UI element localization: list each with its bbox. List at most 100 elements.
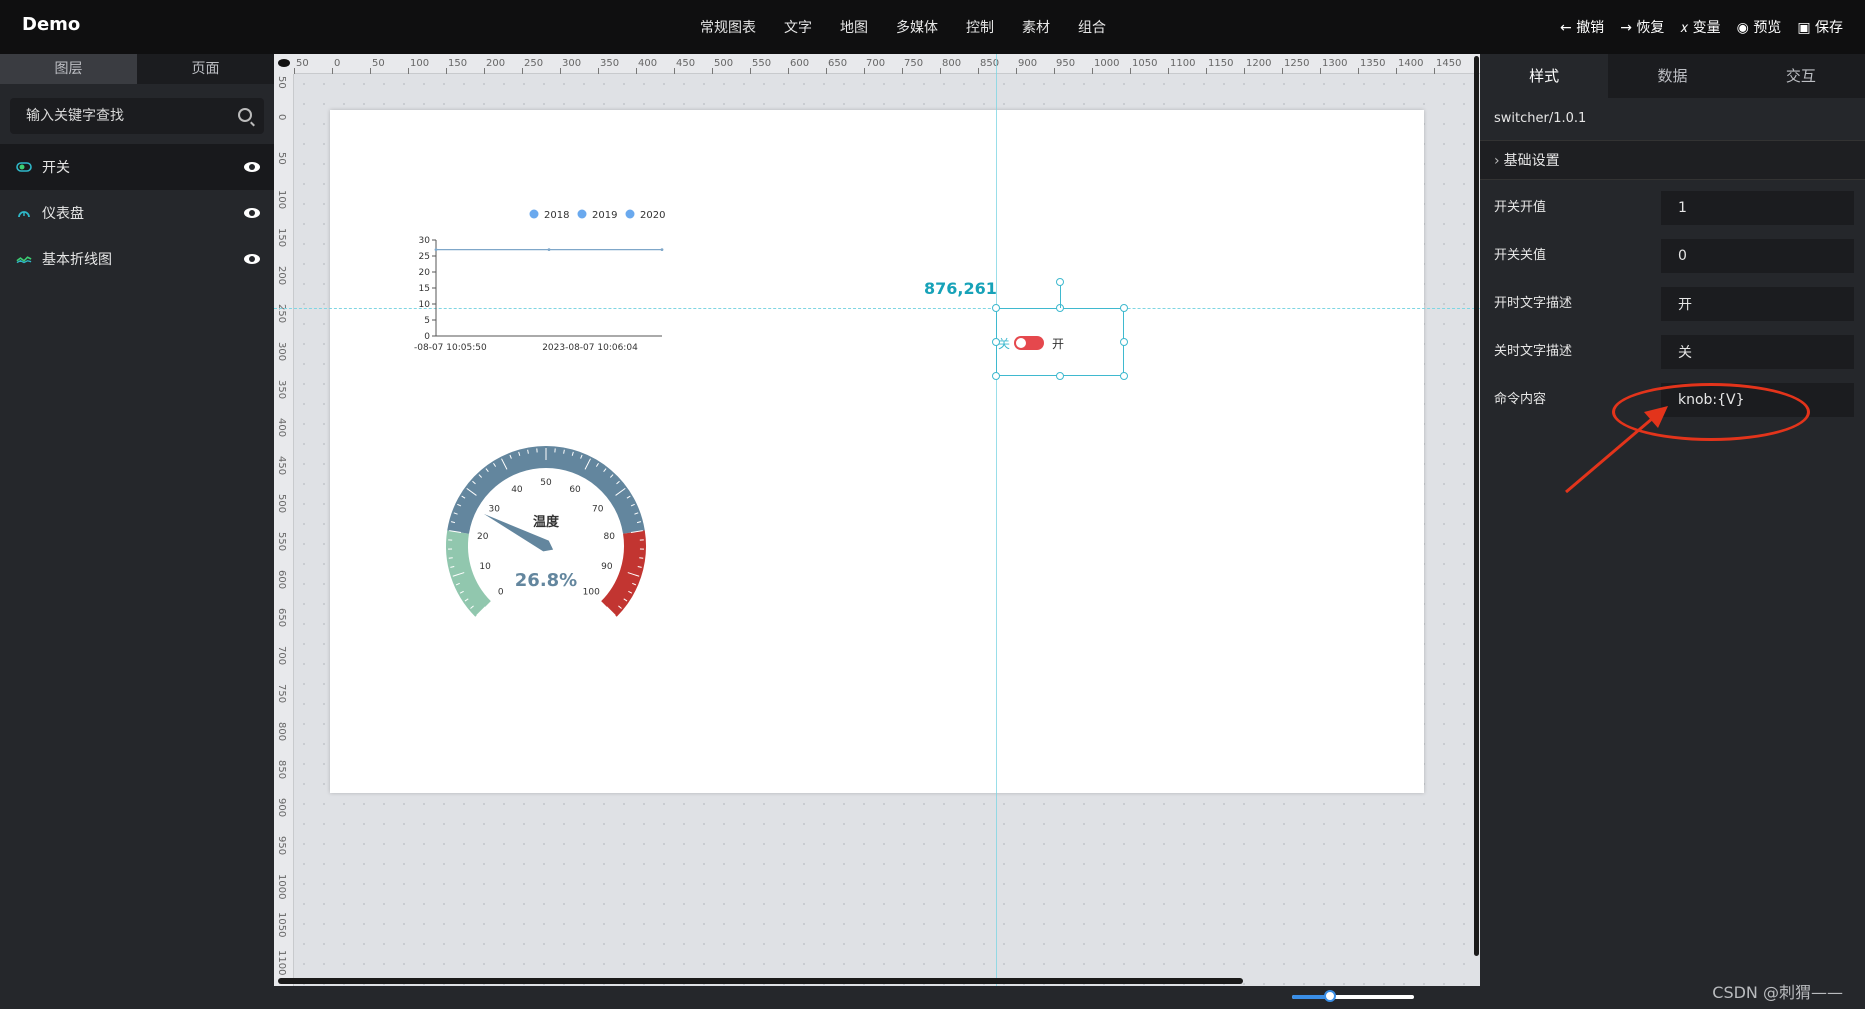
vertical-scrollbar[interactable] — [1474, 56, 1479, 956]
gauge-band-high — [600, 530, 646, 617]
ruler-tick — [1092, 68, 1093, 74]
ruler-tick-label: 200 — [276, 266, 287, 286]
search-icon[interactable] — [238, 108, 252, 122]
ruler-tick-label: 300 — [276, 342, 287, 362]
ruler-tick — [826, 68, 827, 74]
y-tick-label: 10 — [419, 300, 431, 310]
ruler-tick-label: 1050 — [276, 912, 287, 938]
ruler-tick-label: 1200 — [1246, 58, 1272, 69]
menu-item-map[interactable]: 地图 — [840, 17, 868, 37]
eye-icon: ◉ — [1736, 20, 1749, 36]
ruler-tick-label: 750 — [904, 58, 924, 69]
field-label: 开关开值 — [1494, 200, 1547, 215]
resize-handle[interactable] — [1120, 372, 1128, 380]
on-value-input[interactable] — [1661, 191, 1854, 225]
ruler-tick-label: 50 — [296, 58, 309, 69]
zoom-slider-fill — [1292, 995, 1328, 999]
ruler-tick — [1358, 68, 1359, 74]
ruler-tick-label: 1000 — [276, 874, 287, 900]
save-icon: ▣ — [1797, 20, 1811, 36]
layer-item-gauge[interactable]: 仪表盘 — [0, 190, 274, 236]
y-tick-label: 5 — [424, 316, 430, 326]
zoom-slider-handle[interactable] — [1324, 990, 1336, 1002]
layer-item-line-chart[interactable]: 基本折线图 — [0, 236, 274, 282]
menu-item-control[interactable]: 控制 — [966, 17, 994, 37]
tab-style[interactable]: 样式 — [1480, 54, 1609, 98]
off-value-input[interactable] — [1661, 239, 1854, 273]
watermark: CSDN @刺猬—— — [1712, 983, 1843, 1002]
ruler-tick — [636, 68, 637, 74]
field-on-text: 开时文字描述 — [1480, 280, 1865, 328]
resize-handle[interactable] — [992, 372, 1000, 380]
menu-item-text[interactable]: 文字 — [784, 17, 812, 37]
visibility-eye-icon[interactable] — [244, 254, 260, 264]
ruler-tick-label: 600 — [276, 570, 287, 590]
resize-handle[interactable] — [1120, 304, 1128, 312]
resize-handle[interactable] — [1120, 338, 1128, 346]
component-version: switcher/1.0.1 — [1494, 111, 1587, 126]
x-tick-label: -08-07 10:05:50 — [414, 343, 487, 353]
toggle-switch[interactable] — [1014, 336, 1044, 350]
property-panel: 样式 数据 交互 switcher/1.0.1 基础设置 开关开值 开关关值 开… — [1480, 54, 1865, 1009]
eye-icon[interactable] — [278, 59, 290, 67]
menu-item-material[interactable]: 素材 — [1022, 17, 1050, 37]
ruler-corner[interactable] — [274, 54, 294, 74]
redo-button[interactable]: → 恢复 — [1620, 17, 1664, 37]
tab-data[interactable]: 数据 — [1608, 54, 1737, 98]
variable-icon: 𝑥 — [1680, 20, 1689, 36]
legend-label: 2018 — [544, 210, 569, 221]
ruler-top: 50 0 50 100 150 200 250 300 350 400 450 500 550 600 65… — [294, 54, 1480, 74]
toolbar-actions: ← 撤销 → 恢复 𝑥 变量 ◉ 预览 ▣ 保存 — [1560, 0, 1843, 54]
visibility-eye-icon[interactable] — [244, 208, 260, 218]
line-chart-widget[interactable]: 2018 2019 2020 0 5 10 15 20 25 30 -08-07 10:05:50 2… — [400, 200, 680, 360]
preview-button[interactable]: ◉ 预览 — [1737, 17, 1782, 37]
ruler-tick — [978, 68, 979, 74]
save-button[interactable]: ▣ 保存 — [1797, 17, 1843, 37]
layer-search — [10, 98, 264, 134]
ruler-tick-label: 550 — [752, 58, 772, 69]
ruler-tick-label: 150 — [276, 228, 287, 248]
layer-search-input[interactable] — [10, 98, 264, 134]
gauge-widget[interactable]: 0 10 20 30 40 50 60 70 80 90 100 温度 26.8% — [430, 430, 670, 630]
ruler-tick — [788, 68, 789, 74]
right-tabs: 样式 数据 交互 — [1480, 54, 1865, 98]
rotate-stem — [1060, 284, 1061, 308]
gauge-tick-label: 100 — [583, 587, 600, 597]
ruler-tick-label: 250 — [276, 304, 287, 324]
layer-panel: 图层 页面 开关 仪表盘 基本折线图 — [0, 54, 274, 1009]
y-tick-label: 15 — [419, 284, 430, 294]
tab-layers[interactable]: 图层 — [0, 54, 137, 84]
menu-item-media[interactable]: 多媒体 — [896, 17, 938, 37]
layer-item-label: 仪表盘 — [42, 206, 84, 222]
off-text-input[interactable] — [1661, 335, 1854, 369]
ruler-tick — [750, 68, 751, 74]
ruler-tick-label: 50 — [276, 76, 287, 89]
ruler-tick-label: 500 — [276, 494, 287, 514]
variable-button[interactable]: 𝑥 变量 — [1680, 17, 1720, 37]
visibility-eye-icon[interactable] — [244, 162, 260, 172]
resize-handle[interactable] — [992, 304, 1000, 312]
undo-button[interactable]: ← 撤销 — [1560, 17, 1604, 37]
horizontal-scrollbar[interactable] — [278, 978, 1243, 984]
legend-marker — [577, 209, 587, 219]
rotate-handle[interactable] — [1056, 278, 1064, 286]
ruler-tick-label: 100 — [276, 190, 287, 210]
on-text-input[interactable] — [1661, 287, 1854, 321]
arrow-right-icon: → — [1620, 20, 1632, 36]
ruler-tick-label: 1300 — [1322, 58, 1348, 69]
menu-item-group[interactable]: 组合 — [1078, 17, 1106, 37]
ruler-tick — [370, 68, 371, 74]
layer-item-switch[interactable]: 开关 — [0, 144, 274, 190]
ruler-tick-label: 150 — [448, 58, 468, 69]
tab-pages[interactable]: 页面 — [137, 54, 274, 84]
section-basic-settings[interactable]: 基础设置 — [1480, 140, 1865, 180]
menu-item-charts[interactable]: 常规图表 — [700, 17, 756, 37]
ruler-tick — [560, 68, 561, 74]
gauge-tick-label: 60 — [569, 485, 581, 495]
tab-interaction[interactable]: 交互 — [1736, 54, 1865, 98]
ruler-tick-label: 700 — [276, 646, 287, 666]
ruler-tick-label: 0 — [334, 58, 341, 69]
resize-handle[interactable] — [1056, 372, 1064, 380]
ruler-tick-label: 200 — [486, 58, 506, 69]
y-tick-label: 20 — [419, 268, 431, 278]
